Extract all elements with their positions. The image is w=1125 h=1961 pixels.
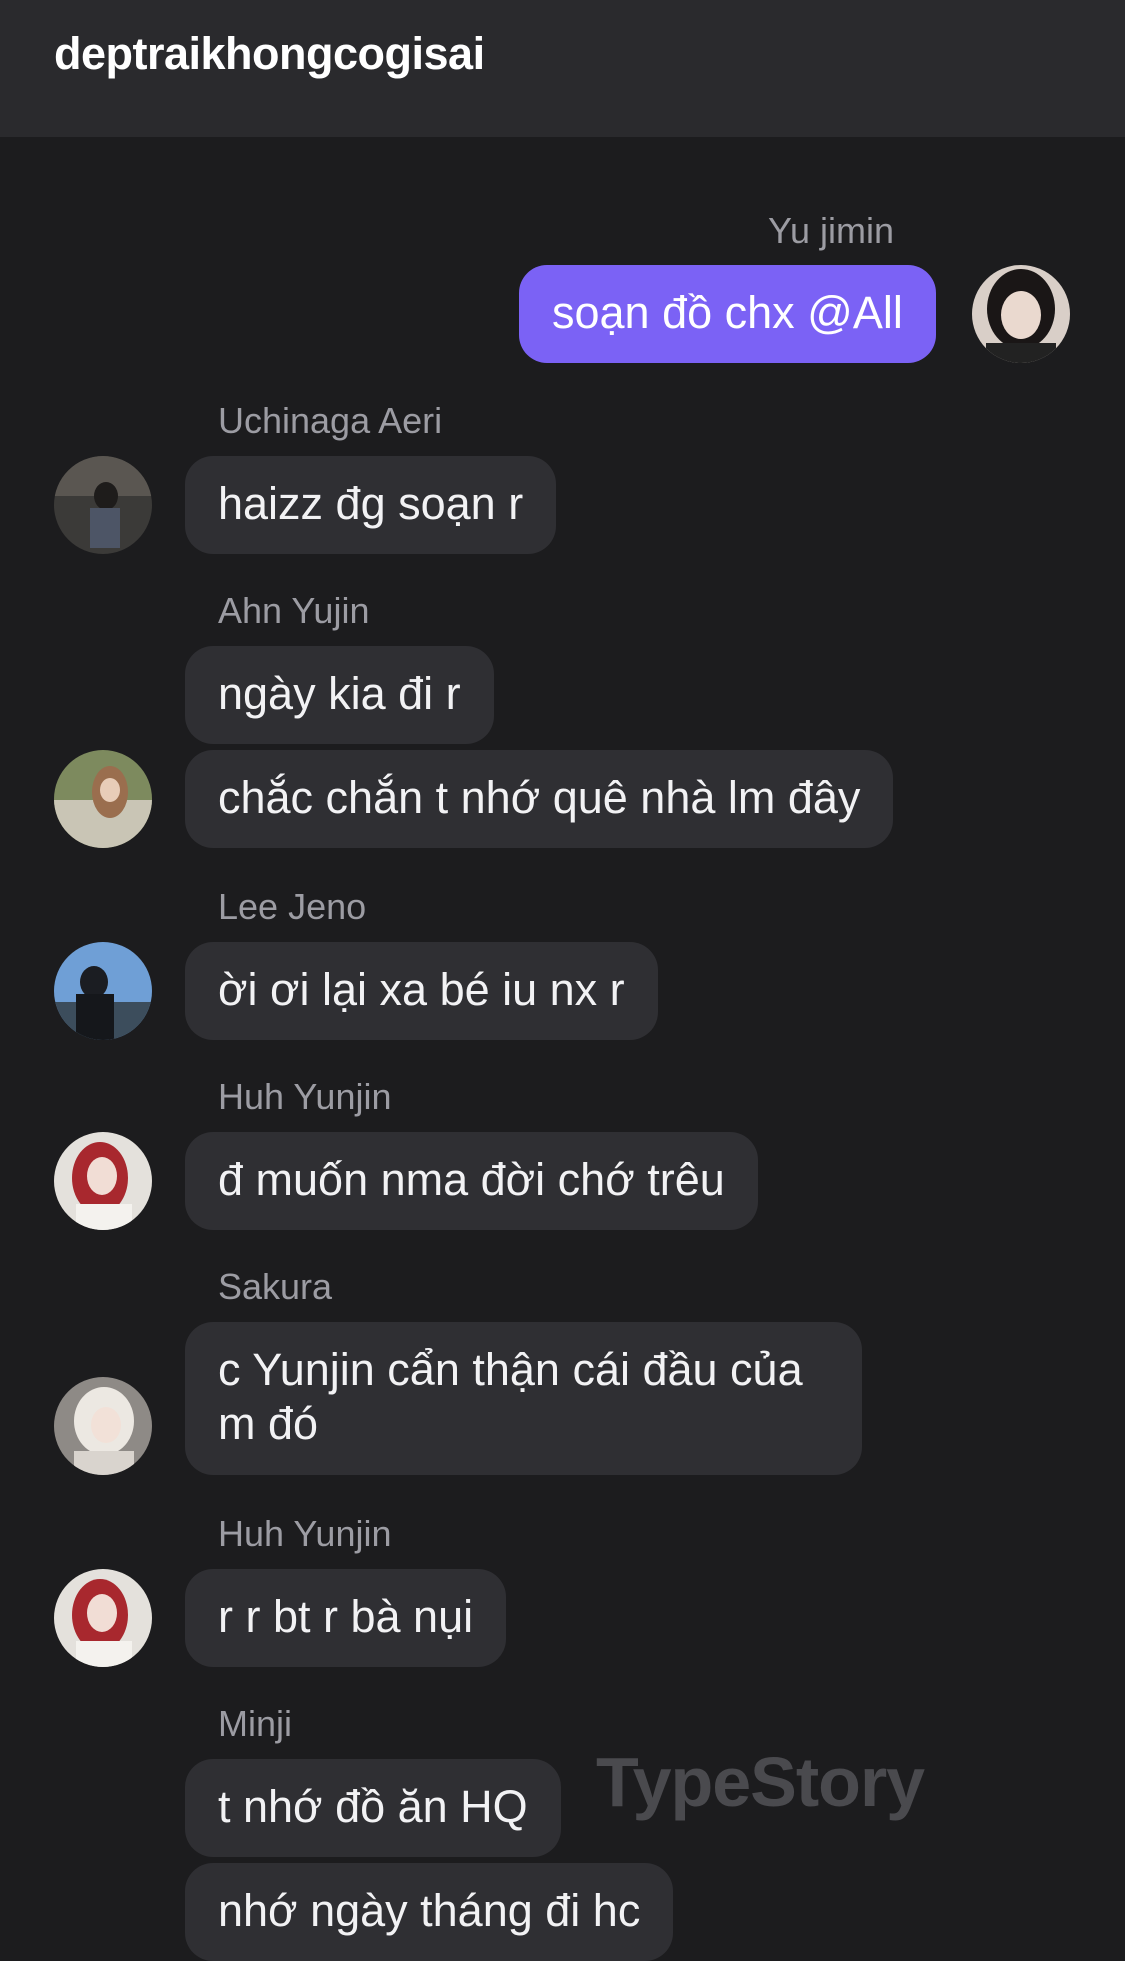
chat-title: deptraikhongcogisai <box>54 28 485 79</box>
message-bubble[interactable]: nhớ ngày tháng đi hc <box>185 1863 674 1961</box>
avatar-uchinaga-aeri[interactable] <box>54 456 152 554</box>
message-bubble[interactable]: ngày kia đi r <box>185 646 494 744</box>
message-bubble[interactable]: t nhớ đồ ăn HQ <box>185 1759 561 1857</box>
sender-name: Lee Jeno <box>218 886 367 927</box>
avatar-huh-yunjin[interactable] <box>54 1132 152 1230</box>
message-bubble[interactable]: đ muốn nma đời chớ trêu <box>185 1132 758 1230</box>
sender-name: Huh Yunjin <box>218 1513 392 1554</box>
avatar-huh-yunjin[interactable] <box>54 1569 152 1667</box>
sender-name: Yu jimin <box>768 210 895 251</box>
sender-name: Huh Yunjin <box>218 1076 392 1117</box>
avatar-yu-jimin[interactable] <box>972 265 1070 363</box>
message-bubble[interactable]: c Yunjin cẩn thận cái đầu của m đó <box>185 1322 862 1475</box>
message-bubble[interactable]: ời ơi lại xa bé iu nx r <box>185 942 658 1040</box>
message-bubble[interactable]: chắc chắn t nhớ quê nhà lm đây <box>185 750 894 848</box>
avatar-lee-jeno[interactable] <box>54 942 152 1040</box>
sender-name: Sakura <box>218 1266 333 1307</box>
sender-name: Uchinaga Aeri <box>218 400 443 441</box>
sender-name: Ahn Yujin <box>218 590 370 631</box>
sender-name: Minji <box>218 1703 293 1744</box>
message-bubble[interactable]: r r bt r bà nụi <box>185 1569 507 1667</box>
message-bubble-own[interactable]: soạn đồ chx @All <box>519 265 936 363</box>
avatar-sakura[interactable] <box>54 1377 152 1475</box>
message-bubble[interactable]: haizz đg soạn r <box>185 456 557 554</box>
chat-header: deptraikhongcogisai <box>0 0 1125 137</box>
typestory-watermark: TypeStory <box>596 1743 925 1821</box>
avatar-ahn-yujin[interactable] <box>54 750 152 848</box>
